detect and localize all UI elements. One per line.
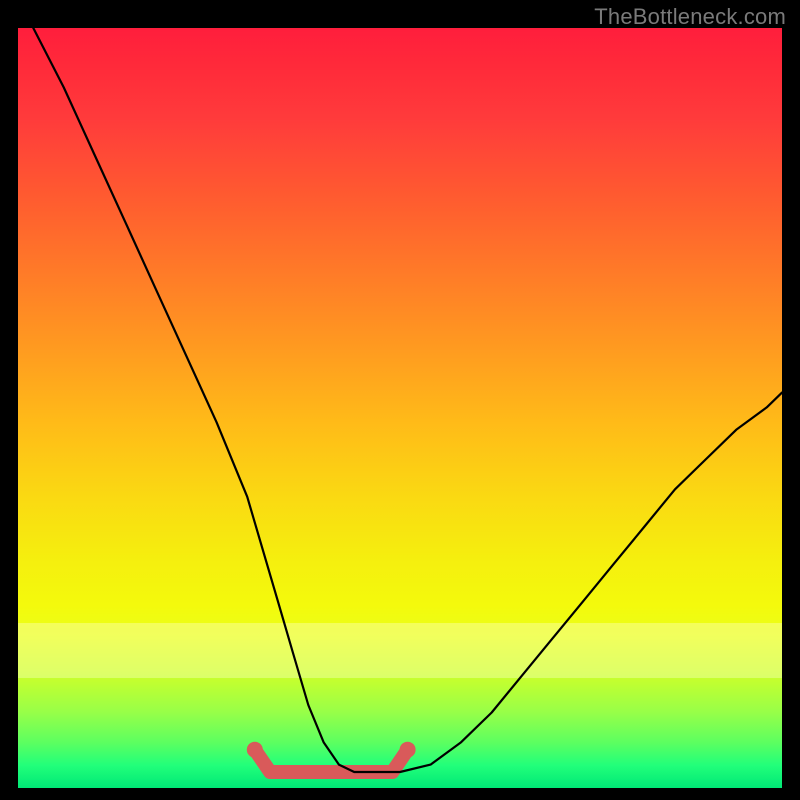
bottleneck-curve (33, 28, 782, 772)
chart-frame: TheBottleneck.com (0, 0, 800, 800)
accent-dot-right (400, 742, 416, 758)
plot-area (18, 28, 782, 788)
curve-svg (18, 28, 782, 788)
accent-dot-left (247, 742, 263, 758)
watermark-text: TheBottleneck.com (594, 4, 786, 30)
